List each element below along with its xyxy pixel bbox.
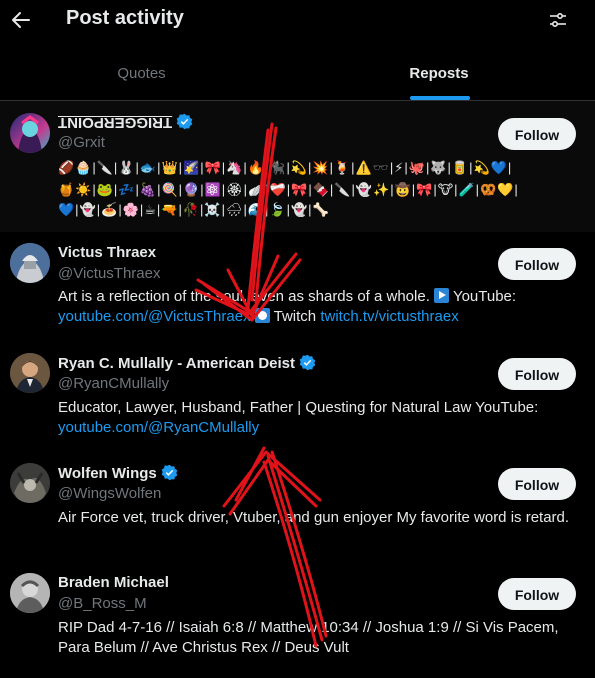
avatar[interactable] [10, 573, 50, 613]
user-handle[interactable]: @B_Ross_M [58, 595, 147, 612]
avatar-image [18, 115, 42, 153]
arrow-left-icon [12, 12, 30, 28]
user-row[interactable]: Wolfen Wings @WingsWolfen Follow Air For… [0, 452, 595, 562]
avatar-image [10, 573, 50, 613]
active-tab-indicator [410, 96, 470, 100]
youtube-link[interactable]: youtube.com/@RyanCMullally [58, 419, 259, 436]
user-bio: Air Force vet, truck driver, Vtuber, and… [58, 509, 570, 526]
tab-quotes[interactable]: Quotes [0, 54, 283, 100]
follow-button[interactable]: Follow [498, 118, 576, 150]
user-name[interactable]: Victus Thraex [58, 244, 156, 261]
avatar-image [10, 243, 50, 283]
settings-button[interactable] [548, 10, 568, 30]
verified-badge-icon [176, 113, 193, 134]
user-bio: Educator, Lawyer, Husband, Father | Ques… [58, 399, 539, 436]
avatar[interactable] [10, 353, 50, 393]
user-name[interactable]: TRIGGERPOINT [58, 113, 193, 134]
avatar-image [10, 353, 50, 393]
user-handle[interactable]: @Grxit [58, 134, 105, 151]
verified-badge-icon [161, 464, 178, 485]
sliders-icon [550, 12, 566, 28]
user-bio-line: 🍯☀️|🐸|💤|🍇|🍭|🔮|⚛️|🏵|🪽|❤️‍🩹|🎀|🍫|🔪|👻✨|🤠|🎀|🐮… [58, 182, 519, 197]
user-bio: Art is a reflection of the soul, even as… [58, 288, 517, 325]
user-name[interactable]: Braden Michael [58, 574, 169, 591]
avatar[interactable] [10, 113, 50, 153]
user-name[interactable]: Ryan C. Mullally - American Deist [58, 354, 316, 375]
back-button[interactable] [10, 8, 32, 32]
follow-button[interactable]: Follow [498, 248, 576, 280]
verified-badge-icon [299, 354, 316, 375]
avatar[interactable] [10, 463, 50, 503]
user-bio: RIP Dad 4-7-16 // Isaiah 6:8 // Matthew … [58, 619, 559, 656]
user-bio-line: 🏈🧁|🔪|🐰|🐟|👑|🌠|🎀|🦄|🔥|🐈‍⬛|💫|💥|🍹|⚠️🕶️|⚡|🐙|🐺|… [58, 160, 513, 175]
youtube-link[interactable]: youtube.com/@VictusThraex [58, 308, 251, 325]
user-handle[interactable]: @RyanCMullally [58, 375, 169, 392]
page-title: Post activity [66, 7, 184, 29]
user-bio-line: 💙|👻|🍝|🌸|☕|🔫|🥀|☠️|🌧|🌊|🍃|👻|🦴 [58, 202, 330, 217]
twitch-link[interactable]: twitch.tv/victusthraex [320, 308, 458, 325]
user-handle[interactable]: @VictusThraex [58, 265, 161, 282]
play-button-icon [434, 288, 450, 303]
record-button-icon [254, 308, 270, 323]
avatar-image [10, 463, 50, 503]
avatar[interactable] [10, 243, 50, 283]
user-row[interactable]: Braden Michael @B_Ross_M Follow RIP Dad … [0, 562, 595, 678]
user-handle[interactable]: @WingsWolfen [58, 485, 161, 502]
follow-button[interactable]: Follow [498, 578, 576, 610]
follow-button[interactable]: Follow [498, 468, 576, 500]
tab-reposts[interactable]: Reposts [283, 54, 595, 100]
user-row[interactable]: Victus Thraex @VictusThraex Follow Art i… [0, 232, 595, 342]
follow-button[interactable]: Follow [498, 358, 576, 390]
user-row[interactable]: Ryan C. Mullally - American Deist @RyanC… [0, 342, 595, 452]
top-bar: Post activity [0, 0, 595, 42]
user-row[interactable]: TRIGGERPOINT @Grxit Follow 🏈🧁|🔪|🐰|🐟|👑|🌠|… [0, 101, 595, 232]
tab-bar: Quotes Reposts [0, 54, 595, 101]
user-name[interactable]: Wolfen Wings [58, 464, 178, 485]
